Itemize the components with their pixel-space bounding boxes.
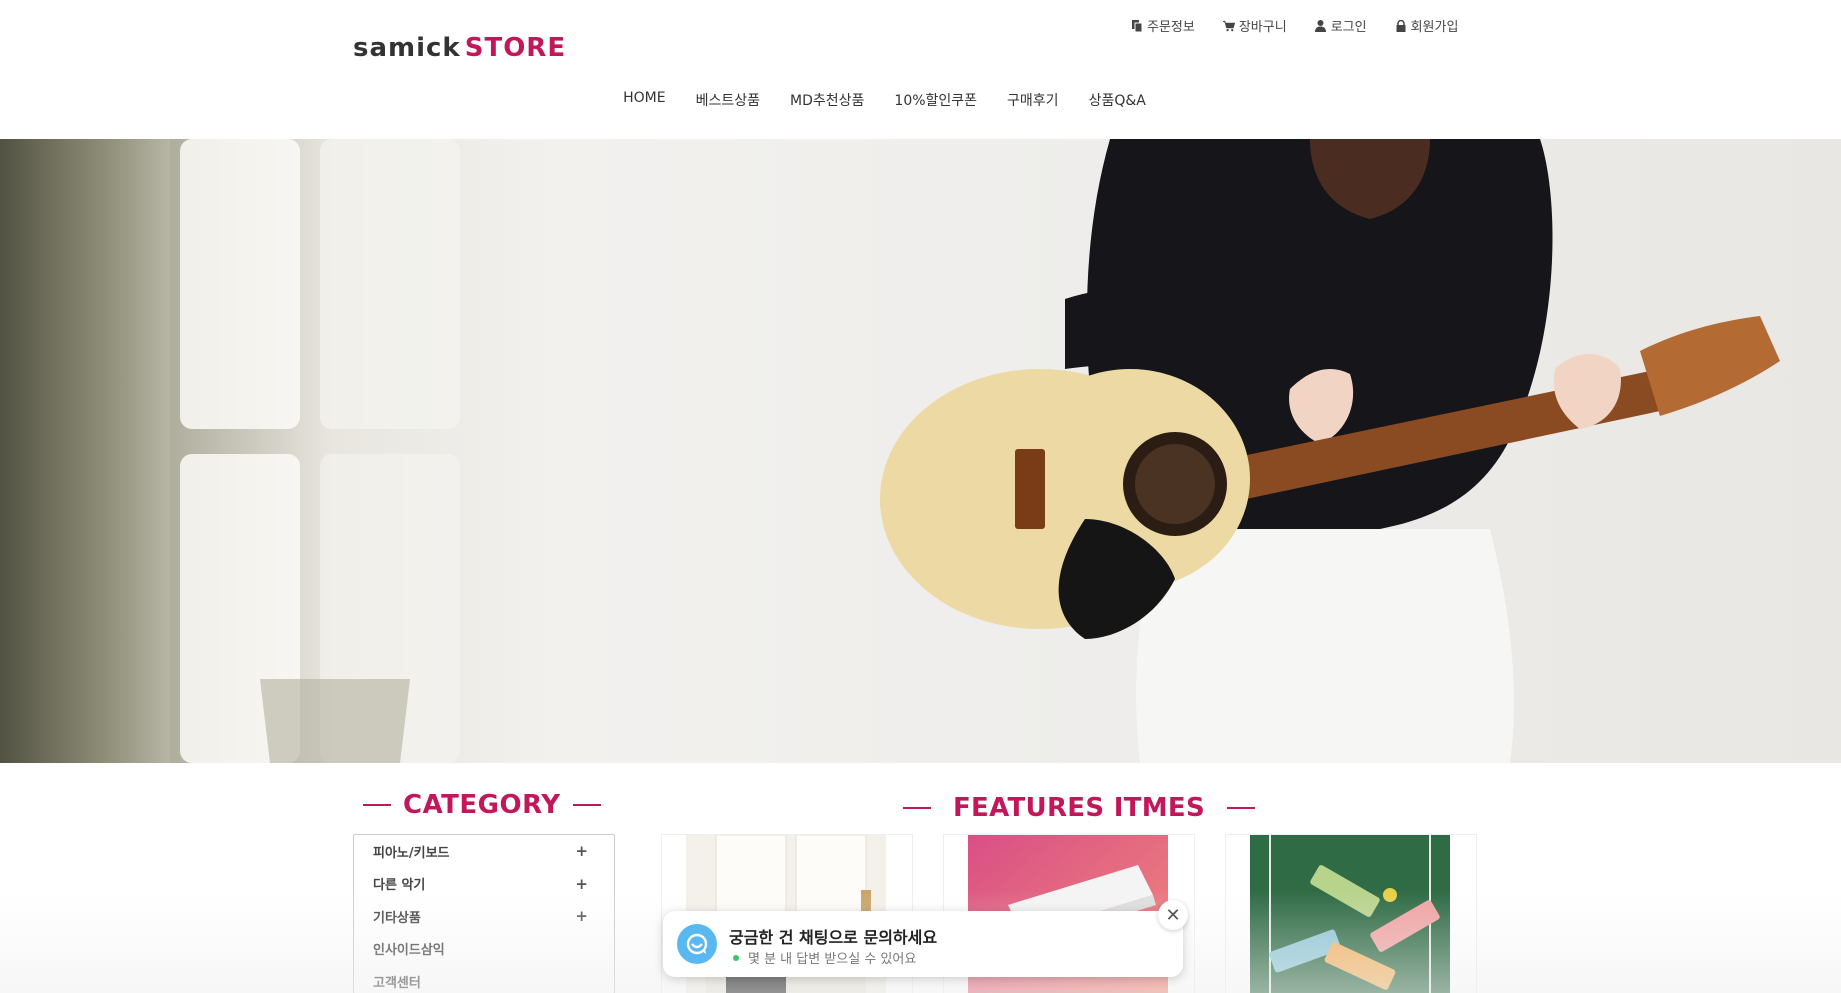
plus-icon[interactable]: + xyxy=(575,875,588,893)
category-item-label: 인사이드삼익 xyxy=(373,943,445,959)
site-header: samick STORE 주문정보 장바구니 로그인 회원가입 HOME 베스트… xyxy=(0,0,1841,139)
heading-rule-right xyxy=(572,804,601,806)
nav-discount-coupon[interactable]: 10%할인쿠폰 xyxy=(894,90,977,110)
samick-store-logo[interactable]: samick STORE xyxy=(353,33,566,63)
heading-rule-left xyxy=(903,807,931,809)
nav-md-recommended[interactable]: MD추천상품 xyxy=(790,90,864,110)
utility-nav: 주문정보 장바구니 로그인 회원가입 xyxy=(1131,16,1486,35)
util-cart-label: 장바구니 xyxy=(1238,20,1287,35)
lock-icon xyxy=(1395,19,1407,32)
logo-store-text: STORE xyxy=(464,33,567,63)
nav-best-products[interactable]: 베스트상품 xyxy=(696,90,760,110)
online-status-dot xyxy=(733,954,739,961)
util-signup-label: 회원가입 xyxy=(1410,20,1459,35)
util-login-label: 로그인 xyxy=(1330,20,1367,35)
chat-title: 궁금한 건 채팅으로 문의하세요 xyxy=(729,928,938,947)
close-icon[interactable]: ✕ xyxy=(1158,900,1188,930)
guitar-player-image xyxy=(880,139,1780,763)
chat-bubble-icon xyxy=(677,924,717,964)
order-icon xyxy=(1131,19,1143,32)
cart-icon xyxy=(1222,20,1235,32)
chat-subtitle-text: 몇 분 내 답변 받으실 수 있어요 xyxy=(748,952,917,967)
util-signup[interactable]: 회원가입 xyxy=(1395,16,1459,35)
category-item-piano[interactable]: 피아노/키보드 + xyxy=(354,835,614,868)
util-order-info[interactable]: 주문정보 xyxy=(1131,16,1195,35)
plus-icon[interactable]: + xyxy=(575,907,588,925)
heading-rule-right xyxy=(1227,807,1255,809)
category-item-other-instruments[interactable]: 다른 악기 + xyxy=(354,868,614,901)
category-heading: CATEGORY xyxy=(363,790,601,820)
logo-brand-text: samick xyxy=(353,33,461,63)
features-title: FEATURES ITMES xyxy=(953,793,1205,823)
category-item-label: 기타상품 xyxy=(373,910,421,926)
main-nav: HOME 베스트상품 MD추천상품 10%할인쿠폰 구매후기 상품Q&A xyxy=(0,90,1841,110)
category-item-label: 고객센터 xyxy=(373,975,421,991)
category-item-customer-center[interactable]: 고객센터 xyxy=(354,965,614,993)
chat-subtitle: 몇 분 내 답변 받으실 수 있어요 xyxy=(733,948,916,967)
util-cart[interactable]: 장바구니 xyxy=(1222,16,1287,35)
category-item-label: 피아노/키보드 xyxy=(373,845,450,861)
category-item-label: 다른 악기 xyxy=(373,878,426,894)
util-login[interactable]: 로그인 xyxy=(1315,16,1367,35)
util-order-label: 주문정보 xyxy=(1147,20,1195,35)
heading-rule-left xyxy=(363,804,391,806)
plus-icon[interactable]: + xyxy=(575,842,588,860)
product-card-3[interactable] xyxy=(1225,834,1477,993)
category-list: 피아노/키보드 + 다른 악기 + 기타상품 + 인사이드삼익 고객센터 xyxy=(353,834,615,993)
product-image-green-keyboards xyxy=(1250,835,1450,993)
features-heading: FEATURES ITMES xyxy=(903,793,1255,823)
category-item-inside-samick[interactable]: 인사이드삼익 xyxy=(354,933,614,966)
hero-banner[interactable] xyxy=(0,139,1841,763)
nav-reviews[interactable]: 구매후기 xyxy=(1007,90,1059,110)
user-icon xyxy=(1315,19,1327,32)
category-title: CATEGORY xyxy=(403,790,561,820)
nav-home[interactable]: HOME xyxy=(623,90,665,110)
category-item-etc-products[interactable]: 기타상품 + xyxy=(354,900,614,933)
chat-inquiry-popup[interactable]: 궁금한 건 채팅으로 문의하세요 몇 분 내 답변 받으실 수 있어요 xyxy=(663,911,1183,977)
nav-product-qna[interactable]: 상품Q&A xyxy=(1089,90,1146,110)
